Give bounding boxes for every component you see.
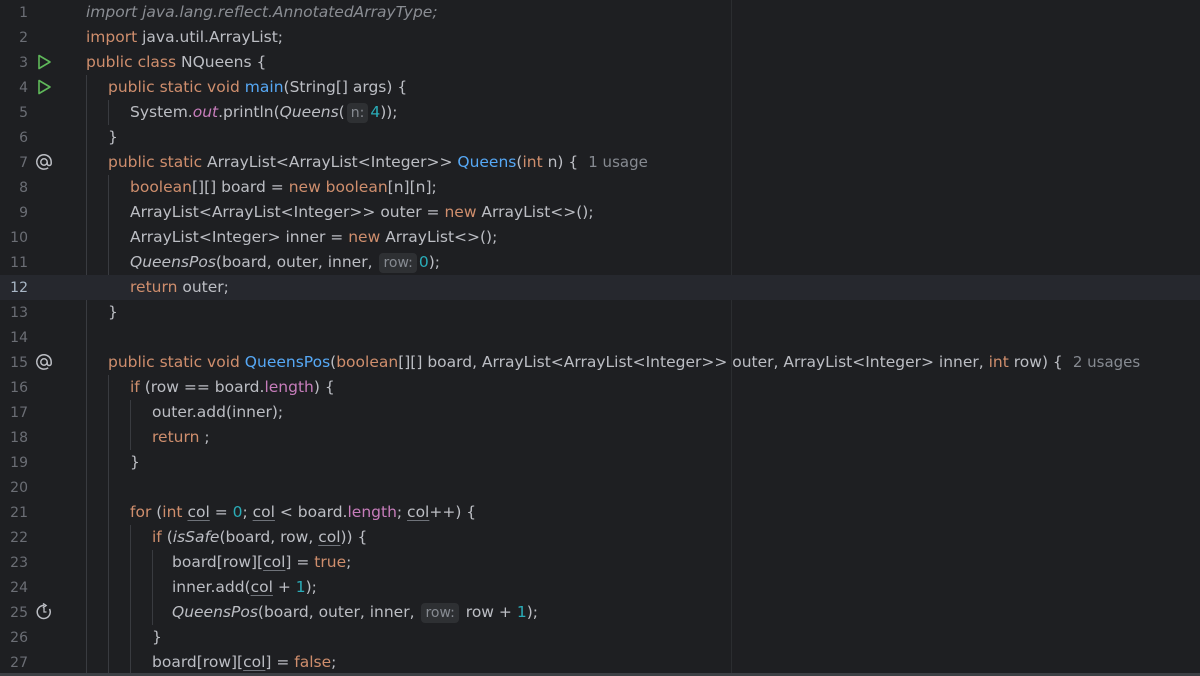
code-text: ArrayList<Integer> inner = new ArrayList… — [130, 228, 498, 246]
line-number: 7 — [19, 154, 28, 171]
code-line[interactable]: 8 boolean[][] board = new boolean[n][n]; — [0, 175, 1200, 200]
code-text: board[row][col] = false; — [152, 653, 337, 671]
code-line[interactable]: 15 public static void QueensPos(boolean[… — [0, 350, 1200, 375]
code-line[interactable]: 3 public class NQueens { — [0, 50, 1200, 75]
code-line[interactable]: 7 public static ArrayList<ArrayList<Inte… — [0, 150, 1200, 175]
code-line[interactable]: 22 if (isSafe(board, row, col)) { — [0, 525, 1200, 550]
code-line[interactable]: 2 import java.util.ArrayList; — [0, 25, 1200, 50]
line-number: 27 — [10, 654, 28, 671]
code-text: System.out.println(Queens(n: 4)); — [130, 103, 398, 123]
line-number: 10 — [10, 229, 28, 246]
line-number: 2 — [19, 29, 28, 46]
code-line[interactable]: 26 } — [0, 625, 1200, 650]
code-text: import java.lang.reflect.AnnotatedArrayT… — [86, 3, 438, 21]
code-text: } — [152, 628, 162, 646]
line-number: 20 — [10, 479, 28, 496]
code-line[interactable]: 16 if (row == board.length) { — [0, 375, 1200, 400]
parameter-hint: n: — [346, 103, 369, 123]
usage-hint[interactable]: 1 usage — [588, 153, 648, 171]
line-number: 17 — [10, 404, 28, 421]
code-line-current[interactable]: 12 return outer; — [0, 275, 1200, 300]
line-number: 22 — [10, 529, 28, 546]
line-number: 8 — [19, 179, 28, 196]
code-text: } — [108, 128, 118, 146]
line-number: 1 — [19, 4, 28, 21]
code-text: return outer; — [130, 278, 229, 296]
run-icon[interactable] — [34, 77, 54, 97]
line-number: 15 — [10, 354, 28, 371]
override-at-icon[interactable] — [34, 152, 54, 172]
code-text: if (row == board.length) { — [130, 378, 335, 396]
code-text: board[row][col] = true; — [172, 553, 352, 571]
code-text: outer.add(inner); — [152, 403, 284, 421]
line-number: 24 — [10, 579, 28, 596]
code-text: ArrayList<ArrayList<Integer>> outer = ne… — [130, 203, 594, 221]
code-line[interactable]: 4 public static void main(String[] args)… — [0, 75, 1200, 100]
code-line[interactable]: 23 board[row][col] = true; — [0, 550, 1200, 575]
code-line[interactable]: 25 QueensPos(board, outer, inner, row: r… — [0, 600, 1200, 625]
line-number: 18 — [10, 429, 28, 446]
code-text: } — [108, 303, 118, 321]
code-line[interactable]: 20 — [0, 475, 1200, 500]
code-text: QueensPos(board, outer, inner, row: row … — [172, 603, 538, 623]
code-text: public static void QueensPos(boolean[][]… — [108, 353, 1141, 371]
line-number: 16 — [10, 379, 28, 396]
line-number: 9 — [19, 204, 28, 221]
parameter-hint: row: — [421, 603, 459, 623]
code-line[interactable]: 21 for (int col = 0; col < board.length;… — [0, 500, 1200, 525]
code-line[interactable]: 24 inner.add(col + 1); — [0, 575, 1200, 600]
override-at-icon[interactable] — [34, 352, 54, 372]
line-number: 21 — [10, 504, 28, 521]
line-number: 5 — [19, 104, 28, 121]
code-line[interactable]: 9 ArrayList<ArrayList<Integer>> outer = … — [0, 200, 1200, 225]
code-line[interactable]: 1 import java.lang.reflect.AnnotatedArra… — [0, 0, 1200, 25]
code-text: boolean[][] board = new boolean[n][n]; — [130, 178, 437, 196]
code-text: public class NQueens { — [86, 53, 267, 71]
code-text: for (int col = 0; col < board.length; co… — [130, 503, 477, 521]
code-line[interactable]: 10 ArrayList<Integer> inner = new ArrayL… — [0, 225, 1200, 250]
code-line[interactable]: 13 } — [0, 300, 1200, 325]
line-number: 3 — [19, 54, 28, 71]
code-line[interactable]: 27 board[row][col] = false; — [0, 650, 1200, 675]
code-line[interactable]: 18 return ; — [0, 425, 1200, 450]
line-number: 11 — [10, 254, 28, 271]
code-line[interactable]: 5 System.out.println(Queens(n: 4)); — [0, 100, 1200, 125]
line-number: 13 — [10, 304, 28, 321]
line-number: 12 — [10, 279, 28, 296]
code-line[interactable]: 11 QueensPos(board, outer, inner, row: 0)… — [0, 250, 1200, 275]
run-icon[interactable] — [34, 52, 54, 72]
line-number: 26 — [10, 629, 28, 646]
code-text: import java.util.ArrayList; — [86, 28, 284, 46]
code-line[interactable]: 6 } — [0, 125, 1200, 150]
code-text: public static ArrayList<ArrayList<Intege… — [108, 153, 648, 171]
code-editor[interactable]: 1 import java.lang.reflect.AnnotatedArra… — [0, 0, 1200, 676]
usage-hint[interactable]: 2 usages — [1073, 353, 1140, 371]
code-text: inner.add(col + 1); — [172, 578, 317, 596]
parameter-hint: row: — [379, 253, 417, 273]
recursive-call-icon[interactable] — [34, 602, 54, 622]
code-text: if (isSafe(board, row, col)) { — [152, 528, 368, 546]
line-number: 4 — [19, 79, 28, 96]
code-line[interactable]: 14 — [0, 325, 1200, 350]
code-text: public static void main(String[] args) { — [108, 78, 408, 96]
code-line[interactable]: 17 outer.add(inner); — [0, 400, 1200, 425]
line-number: 14 — [10, 329, 28, 346]
line-number: 19 — [10, 454, 28, 471]
code-text: } — [130, 453, 140, 471]
code-text: QueensPos(board, outer, inner, row: 0); — [130, 253, 441, 273]
line-number: 6 — [19, 129, 28, 146]
code-line[interactable]: 19 } — [0, 450, 1200, 475]
line-number: 23 — [10, 554, 28, 571]
code-text: return ; — [152, 428, 210, 446]
line-number: 25 — [10, 604, 28, 621]
